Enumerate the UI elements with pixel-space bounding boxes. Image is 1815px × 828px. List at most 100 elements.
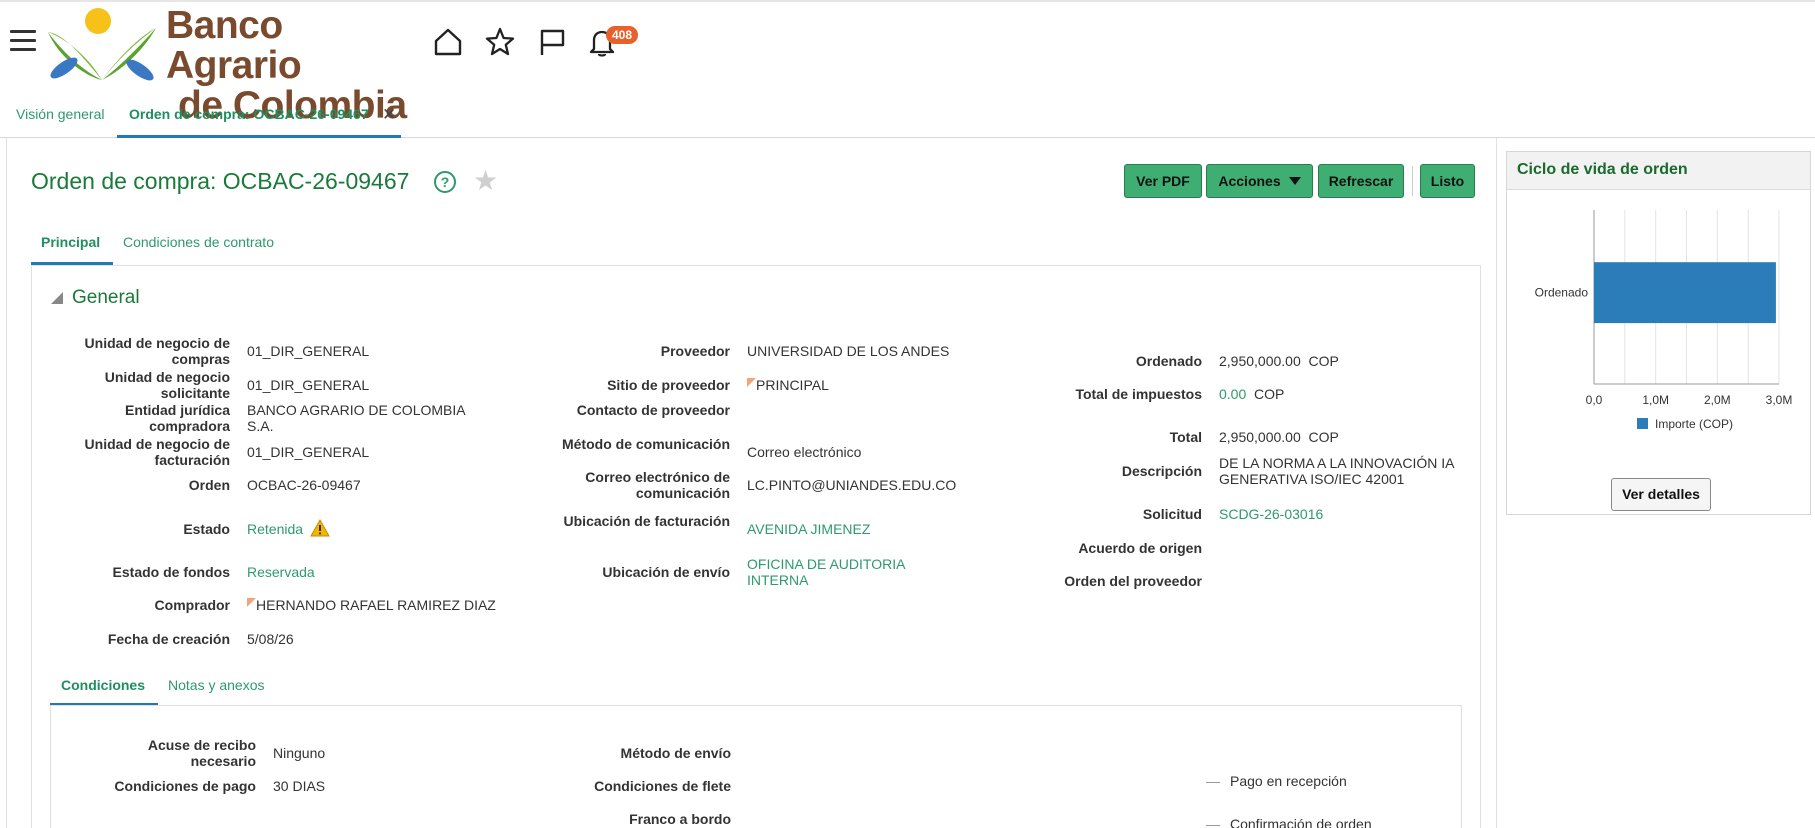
subtab-principal[interactable]: Principal <box>41 234 100 250</box>
warning-icon[interactable] <box>310 519 330 537</box>
notification-badge: 408 <box>606 26 639 44</box>
chart-tick-label: 0,0 <box>1586 393 1603 407</box>
refrescar-button[interactable]: Refrescar <box>1318 164 1404 198</box>
chart-tick-label: 3,0M <box>1766 393 1793 407</box>
lifecycle-panel-title: Ciclo de vida de orden <box>1517 161 1688 178</box>
label-metodo-envio: Método de envío <box>620 745 731 761</box>
listo-button[interactable]: Listo <box>1420 164 1475 198</box>
value-ubicacion-envio[interactable]: OFICINA DE AUDITORIA INTERNA <box>747 556 937 588</box>
value-fecha-creacion: 5/08/26 <box>247 631 294 647</box>
value-total: 2,950,000.00 COP <box>1219 429 1339 445</box>
lifecycle-panel-header: Ciclo de vida de orden <box>1507 152 1810 190</box>
value-entidad-juridica: BANCO AGRARIO DE COLOMBIA S.A. <box>247 402 465 434</box>
label-estado: Estado <box>183 521 230 537</box>
dash-marker <box>1206 824 1220 826</box>
value-sitio-proveedor-text: PRINCIPAL <box>756 377 829 393</box>
label-proveedor: Proveedor <box>660 343 730 359</box>
value-orden: OCBAC-26-09467 <box>247 477 361 493</box>
value-ubicacion-facturacion[interactable]: AVENIDA JIMENEZ <box>747 521 870 537</box>
top-border <box>0 0 1815 2</box>
value-metodo-comunicacion: Correo electrónico <box>747 444 862 460</box>
value-total-amount: 2,950,000.00 <box>1219 429 1301 445</box>
label-franco-bordo: Franco a bordo <box>629 811 731 827</box>
label-acuse-recibo: Acuse de recibo necesario <box>147 737 256 769</box>
chart-legend-swatch <box>1637 418 1648 429</box>
home-icon[interactable] <box>432 26 464 58</box>
value-unidad-compras: 01_DIR_GENERAL <box>247 343 370 359</box>
page-title: Orden de compra: OCBAC-26-09467 <box>31 168 410 194</box>
logo-mark-icon <box>48 8 156 81</box>
flag-marker-icon <box>747 378 756 387</box>
label-ubicacion-envio: Ubicación de envío <box>602 564 730 580</box>
favorites-star-icon[interactable] <box>484 26 516 58</box>
label-ordenado: Ordenado <box>1135 353 1202 369</box>
value-estado-fondos: Reservada <box>247 564 315 580</box>
value-acuse-recibo: Ninguno <box>273 745 326 761</box>
acciones-button-label: Acciones <box>1218 173 1281 189</box>
label-unidad-solicitante: Unidad de negocio solicitante <box>104 369 230 401</box>
hamburger-menu-icon[interactable] <box>10 30 36 52</box>
link-total-impuestos[interactable]: 0.00 <box>1219 386 1246 402</box>
value-ordenado: 2,950,000.00 COP <box>1219 353 1339 369</box>
label-total: Total <box>1169 429 1202 445</box>
label-ubicacion-facturacion: Ubicación de facturación <box>563 513 730 529</box>
ver-detalles-button[interactable]: Ver detalles <box>1611 478 1711 511</box>
label-condiciones-pago: Condiciones de pago <box>114 778 256 794</box>
flag-icon[interactable] <box>536 26 568 58</box>
favorite-star-icon[interactable]: ★ <box>473 164 498 197</box>
value-ordenado-amount: 2,950,000.00 <box>1219 353 1301 369</box>
label-correo-comunicacion: Correo electrónico de comunicación <box>585 469 730 501</box>
value-unidad-facturacion: 01_DIR_GENERAL <box>247 444 370 460</box>
value-estado: Retenida <box>247 521 304 537</box>
section-title-general: General <box>72 287 140 308</box>
close-tab-icon[interactable]: ✕ <box>382 105 396 125</box>
collapse-triangle-icon[interactable] <box>51 292 63 304</box>
lifecycle-panel: Ciclo de vida de orden Ordenado 0,0 1,0M 2,… <box>1506 151 1811 515</box>
lifecycle-item-pago: Pago en recepción <box>1206 773 1347 789</box>
label-estado-fondos: Estado de fondos <box>112 564 230 580</box>
value-solicitud[interactable]: SCDG-26-03016 <box>1219 506 1323 522</box>
tab-notas-anexos[interactable]: Notas y anexos <box>168 677 265 693</box>
link-ubicacion-facturacion[interactable]: AVENIDA JIMENEZ <box>747 521 870 537</box>
chart-bar <box>1594 262 1776 324</box>
value-unidad-solicitante: 01_DIR_GENERAL <box>247 377 370 393</box>
global-tab-bar: Visión general Orden de compra: OCBAC-26… <box>0 100 1815 138</box>
value-ordenado-unit: COP <box>1308 353 1339 369</box>
label-total-impuestos: Total de impuestos <box>1075 386 1202 402</box>
value-comprador: HERNANDO RAFAEL RAMIREZ DIAZ <box>247 597 496 613</box>
label-metodo-comunicacion: Método de comunicación <box>561 436 730 452</box>
value-condiciones-pago: 30 DIAS <box>273 778 326 794</box>
logo-line-1: Banco Agrario <box>166 4 302 87</box>
link-ubicacion-envio[interactable]: OFICINA DE AUDITORIA INTERNA <box>747 556 905 588</box>
link-solicitud[interactable]: SCDG-26-03016 <box>1219 506 1323 522</box>
label-orden: Orden <box>188 477 230 493</box>
label-entidad-juridica: Entidad jurídica compradora <box>124 402 230 434</box>
value-total-impuestos: 0.00 COP <box>1219 386 1284 402</box>
value-correo-comunicacion: LC.PINTO@UNIANDES.EDU.CO <box>747 477 957 493</box>
value-comprador-text: HERNANDO RAFAEL RAMIREZ DIAZ <box>256 597 496 613</box>
chart-category-label: Ordenado <box>1535 286 1589 300</box>
label-acuerdo-origen: Acuerdo de origen <box>1078 540 1202 556</box>
lifecycle-item-confirmacion-text: Confirmación de orden <box>1230 816 1372 828</box>
caret-down-icon <box>1288 177 1301 185</box>
flag-marker-icon <box>247 598 256 607</box>
acciones-button[interactable]: Acciones <box>1206 164 1313 198</box>
tab-vision-general[interactable]: Visión general <box>16 106 104 122</box>
value-total-impuestos-unit: COP <box>1254 386 1285 402</box>
value-sitio-proveedor: PRINCIPAL <box>747 377 829 393</box>
subtab-condiciones-contrato[interactable]: Condiciones de contrato <box>123 234 274 250</box>
label-comprador: Comprador <box>154 597 230 613</box>
value-total-unit: COP <box>1308 429 1339 445</box>
bank-logo[interactable]: Banco Agrario de Colombia <box>44 4 409 126</box>
tab-condiciones[interactable]: Condiciones <box>61 677 145 693</box>
lifecycle-item-confirmacion: Confirmación de orden <box>1206 816 1372 828</box>
tab-orden-de-compra[interactable]: Orden de compra: OCBAC-26-09467 <box>129 106 369 122</box>
label-orden-proveedor: Orden del proveedor <box>1064 573 1202 589</box>
chart-tick-label: 1,0M <box>1642 393 1669 407</box>
chart-legend-label: Importe (COP) <box>1655 417 1733 431</box>
value-proveedor: UNIVERSIDAD DE LOS ANDES <box>747 343 950 359</box>
condiciones-box <box>50 705 1462 828</box>
help-icon[interactable]: ? <box>434 171 456 193</box>
label-fecha-creacion: Fecha de creación <box>107 631 230 647</box>
ver-pdf-button[interactable]: Ver PDF <box>1124 164 1202 198</box>
